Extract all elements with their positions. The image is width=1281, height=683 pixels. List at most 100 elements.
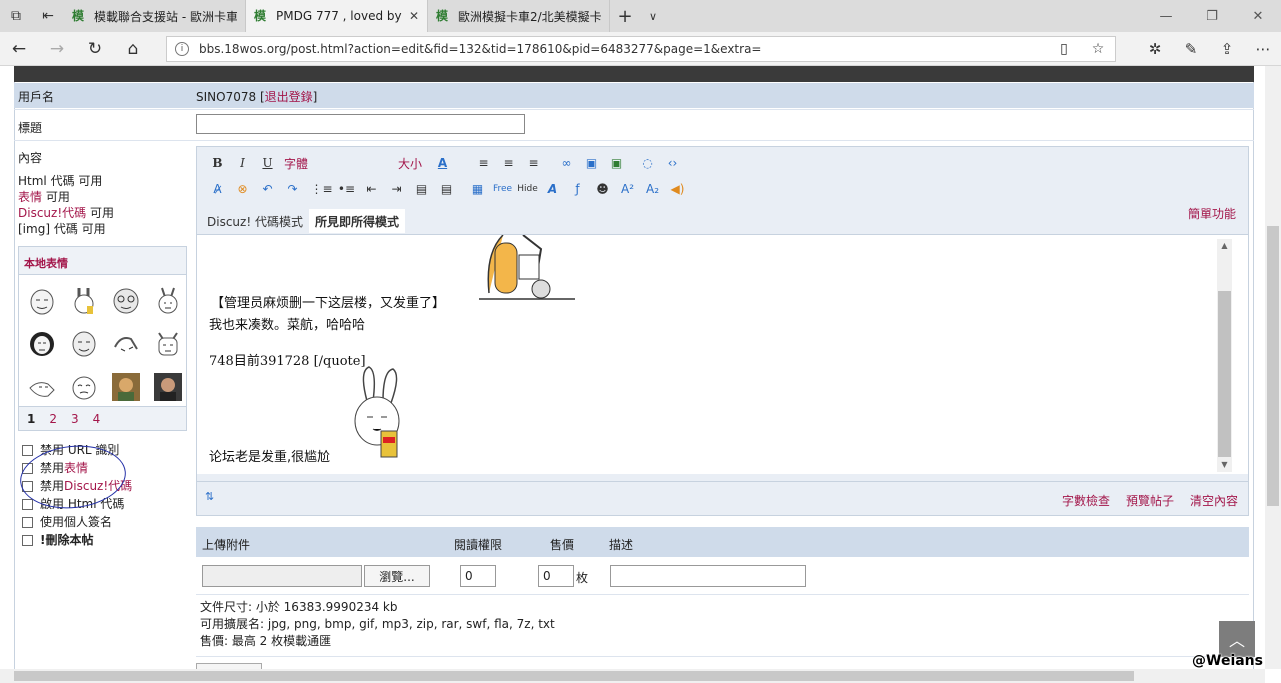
hide-icon[interactable]: Hide <box>515 179 540 199</box>
title-input[interactable] <box>196 114 525 134</box>
free-icon[interactable]: Free <box>490 179 515 199</box>
table-icon[interactable]: ▦ <box>465 179 490 199</box>
subscript-icon[interactable]: A₂ <box>640 179 665 199</box>
audio-icon[interactable]: ◀) <box>665 179 690 199</box>
smiley-icon[interactable] <box>105 279 147 322</box>
smiley-photo-icon[interactable] <box>105 365 147 408</box>
info-icon[interactable]: i <box>175 42 189 56</box>
size-select[interactable]: 大小 <box>390 153 430 173</box>
link-icon[interactable]: ∞ <box>554 153 579 173</box>
new-tab-icon[interactable]: + <box>610 0 640 32</box>
superscript-icon[interactable]: A² <box>615 179 640 199</box>
address-bar[interactable]: i bbs.18wos.org/post.html?action=edit&fi… <box>166 36 1116 62</box>
unlink-icon[interactable]: ⊗ <box>230 179 255 199</box>
close-window-icon[interactable]: ✕ <box>1235 0 1281 32</box>
undo-icon[interactable]: ↶ <box>255 179 280 199</box>
smilies-link[interactable]: 表情 <box>18 190 42 204</box>
tab-actions-icon[interactable]: ⧉ <box>0 0 32 32</box>
smiley-icon[interactable] <box>21 322 63 365</box>
favorites-list-icon[interactable]: ✲ <box>1137 32 1173 66</box>
image-icon[interactable]: ▣ <box>579 153 604 173</box>
underline-icon[interactable]: U <box>255 153 280 173</box>
smiley-icon[interactable] <box>105 322 147 365</box>
unordered-list-icon[interactable]: •≡ <box>334 179 359 199</box>
smilies-page-3[interactable]: 3 <box>71 412 79 426</box>
italic-icon[interactable]: I <box>230 153 255 173</box>
align-right-icon[interactable]: ≡ <box>521 153 546 173</box>
browser-tab-2[interactable]: 模 PMDG 777 , loved by si ✕ <box>246 0 428 32</box>
smilies-page-4[interactable]: 4 <box>93 412 101 426</box>
font-style-icon[interactable]: A <box>540 179 565 199</box>
indent-icon[interactable]: ⇥ <box>384 179 409 199</box>
scroll-down-icon[interactable]: ▼ <box>1217 458 1232 472</box>
simple-mode-link[interactable]: 簡單功能 <box>1188 205 1236 222</box>
smiley-icon[interactable] <box>63 365 105 408</box>
smiley-icon[interactable] <box>63 279 105 322</box>
description-input[interactable] <box>610 565 806 587</box>
discuz-code-link[interactable]: Discuz!代碼 <box>18 206 86 220</box>
tab-code-mode[interactable]: Discuz! 代碼模式 <box>201 209 309 233</box>
bold-icon[interactable]: B <box>205 153 230 173</box>
checkbox[interactable] <box>22 498 33 510</box>
restore-icon[interactable]: ❐ <box>1189 0 1235 32</box>
scrollbar-thumb[interactable] <box>1267 226 1279 506</box>
outdent-icon[interactable]: ⇤ <box>359 179 384 199</box>
read-permission-input[interactable]: 0 <box>460 565 496 587</box>
smiley-icon[interactable] <box>21 279 63 322</box>
smiley-icon[interactable] <box>21 365 63 408</box>
code-icon[interactable]: ‹› <box>660 153 685 173</box>
page-vertical-scrollbar[interactable] <box>1265 66 1281 669</box>
back-icon[interactable]: ← <box>0 32 38 66</box>
float-left-icon[interactable]: ▤ <box>409 179 434 199</box>
smiley-icon[interactable] <box>147 322 189 365</box>
align-left-icon[interactable]: ≡ <box>471 153 496 173</box>
word-count-link[interactable]: 字數檢查 <box>1062 492 1110 509</box>
more-menu-icon[interactable]: ⋯ <box>1245 32 1281 66</box>
qq-icon[interactable]: ☻ <box>590 179 615 199</box>
insert-media-icon[interactable]: ▣ <box>604 153 629 173</box>
smilies-page-2[interactable]: 2 <box>49 412 57 426</box>
resize-editor-icon[interactable]: ⇅ <box>205 490 214 503</box>
editor-content-area[interactable]: 【管理员麻烦删一下这层楼，又发重了】 我也来凑数。菜航，哈哈哈 748目前391… <box>197 234 1248 474</box>
checkbox[interactable] <box>22 444 33 456</box>
option-use-signature[interactable]: 使用個人簽名 <box>22 513 132 531</box>
smiley-photo-icon[interactable] <box>147 365 189 408</box>
float-right-icon[interactable]: ▤ <box>434 179 459 199</box>
browse-button[interactable]: 瀏覽... <box>364 565 430 587</box>
clear-content-link[interactable]: 清空內容 <box>1190 492 1238 509</box>
smiley-icon[interactable] <box>147 279 189 322</box>
refresh-icon[interactable]: ↻ <box>76 32 114 66</box>
back-to-top-icon[interactable]: ︿ <box>1219 621 1255 657</box>
scrollbar-thumb[interactable] <box>14 671 1134 681</box>
chevron-down-icon[interactable]: ∨ <box>640 0 666 32</box>
minimize-icon[interactable]: — <box>1143 0 1189 32</box>
editor-scrollbar[interactable]: ▲ ▼ <box>1217 239 1232 472</box>
share-icon[interactable]: ⇪ <box>1209 32 1245 66</box>
ordered-list-icon[interactable]: ⋮≡ <box>309 179 334 199</box>
scroll-up-icon[interactable]: ▲ <box>1217 239 1232 253</box>
logout-link[interactable]: 退出登錄 <box>265 90 313 104</box>
smilies-page-1[interactable]: 1 <box>27 412 35 426</box>
smiley-icon[interactable] <box>63 322 105 365</box>
close-tab-icon[interactable]: ✕ <box>409 9 419 23</box>
font-select[interactable]: 字體 <box>280 153 390 173</box>
align-center-icon[interactable]: ≡ <box>496 153 521 173</box>
browser-tab-3[interactable]: 模 歐洲模擬卡車2/北美模擬卡 <box>428 0 610 32</box>
file-path-input[interactable] <box>202 565 362 587</box>
quote-icon[interactable]: ◌ <box>635 153 660 173</box>
tab-wysiwyg-mode[interactable]: 所見即所得模式 <box>308 209 405 233</box>
favorite-star-icon[interactable]: ☆ <box>1081 41 1115 57</box>
set-aside-tabs-icon[interactable]: ⇤ <box>32 0 64 32</box>
url-text[interactable]: bbs.18wos.org/post.html?action=edit&fid=… <box>199 42 1047 56</box>
home-icon[interactable]: ⌂ <box>114 32 152 66</box>
flash-icon[interactable]: ƒ <box>565 179 590 199</box>
remove-format-icon[interactable]: A̷ <box>205 179 230 199</box>
price-input[interactable]: 0 <box>538 565 574 587</box>
checkbox[interactable] <box>22 516 33 528</box>
preview-post-link[interactable]: 預覽帖子 <box>1126 492 1174 509</box>
page-horizontal-scrollbar[interactable] <box>0 669 1265 683</box>
text-color-icon[interactable]: A <box>430 153 455 173</box>
pen-notes-icon[interactable]: ✎ <box>1173 32 1209 66</box>
browser-tab-1[interactable]: 模 模載聯合支援站 - 歐洲卡車 <box>64 0 246 32</box>
checkbox[interactable] <box>22 534 33 546</box>
